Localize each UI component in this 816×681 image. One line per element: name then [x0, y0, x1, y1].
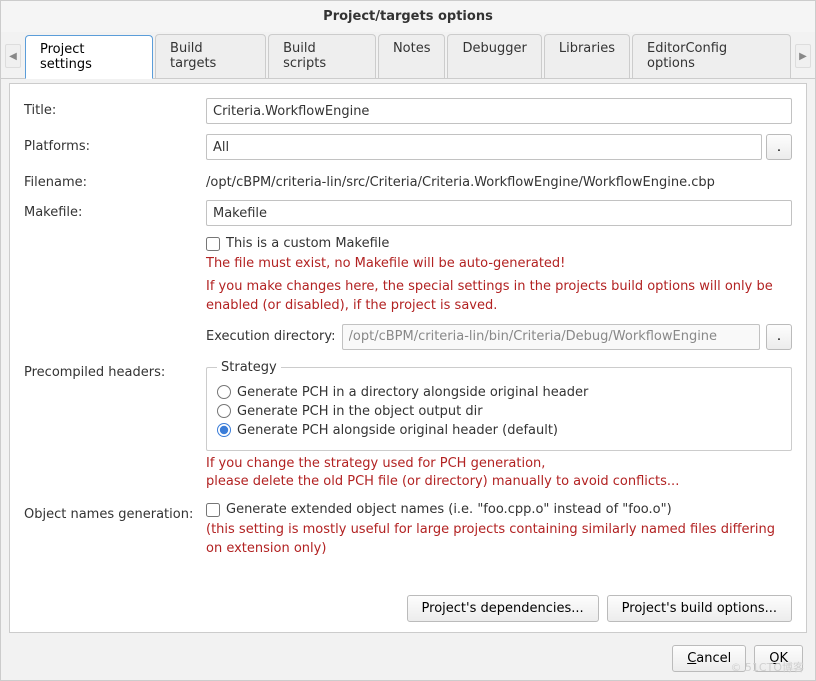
cancel-button[interactable]: Cancel: [672, 645, 746, 672]
tab-editorconfig-options[interactable]: EditorConfig options: [632, 34, 791, 78]
makefile-warning-1: The file must exist, no Makefile will be…: [206, 255, 792, 274]
pch-strategy-radio-2[interactable]: [217, 423, 231, 437]
pch-strategy-legend: Strategy: [217, 360, 281, 375]
project-action-buttons: Project's dependencies... Project's buil…: [24, 595, 792, 622]
pch-warning: If you change the strategy used for PCH …: [206, 455, 792, 493]
pch-label: Precompiled headers:: [24, 360, 196, 380]
pch-strategy-group: Strategy Generate PCH in a directory alo…: [206, 360, 792, 451]
objnames-checkbox-label: Generate extended object names (i.e. "fo…: [226, 502, 672, 517]
platforms-input[interactable]: [206, 134, 762, 160]
tab-notes[interactable]: Notes: [378, 34, 446, 78]
window-title: Project/targets options: [1, 1, 815, 32]
pch-strategy-label-0: Generate PCH in a directory alongside or…: [237, 385, 588, 400]
dialog-buttons: Cancel OK: [1, 637, 815, 680]
exec-dir-input[interactable]: [342, 324, 760, 350]
tab-bar: ◀ Project settings Build targets Build s…: [1, 32, 815, 79]
project-dependencies-button[interactable]: Project's dependencies...: [407, 595, 599, 622]
title-label: Title:: [24, 98, 196, 118]
cancel-text: ancel: [696, 651, 731, 666]
makefile-warning-2: If you make changes here, the special se…: [206, 278, 792, 316]
ok-button[interactable]: OK: [754, 645, 803, 672]
tab-build-scripts[interactable]: Build scripts: [268, 34, 376, 78]
pch-strategy-label-1: Generate PCH in the object output dir: [237, 404, 483, 419]
pch-strategy-label-2: Generate PCH alongside original header (…: [237, 423, 558, 438]
tab-project-settings[interactable]: Project settings: [25, 35, 153, 79]
objnames-checkbox[interactable]: [206, 503, 220, 517]
platforms-label: Platforms:: [24, 134, 196, 154]
objnames-label: Object names generation:: [24, 502, 196, 522]
tabs-container: Project settings Build targets Build scr…: [25, 34, 791, 78]
exec-dir-browse-button[interactable]: .: [766, 324, 792, 350]
custom-makefile-checkbox[interactable]: [206, 237, 220, 251]
dialog-window: Project/targets options ◀ Project settin…: [0, 0, 816, 681]
filename-label: Filename:: [24, 170, 196, 190]
tab-build-targets[interactable]: Build targets: [155, 34, 266, 78]
makefile-label: Makefile:: [24, 200, 196, 220]
objnames-warning: (this setting is mostly useful for large…: [206, 521, 792, 559]
pch-strategy-radio-1[interactable]: [217, 404, 231, 418]
tab-debugger[interactable]: Debugger: [447, 34, 541, 78]
project-build-options-button[interactable]: Project's build options...: [607, 595, 792, 622]
makefile-input[interactable]: [206, 200, 792, 226]
tabs-scroll-left[interactable]: ◀: [5, 44, 21, 68]
custom-makefile-label: This is a custom Makefile: [226, 236, 389, 251]
ok-text: K: [779, 651, 788, 666]
tab-panel-project-settings: Title: Platforms: . Filename: /opt/cBPM/…: [9, 83, 807, 633]
tabs-scroll-right[interactable]: ▶: [795, 44, 811, 68]
platforms-browse-button[interactable]: .: [766, 134, 792, 160]
exec-dir-label: Execution directory:: [206, 329, 336, 344]
filename-value: /opt/cBPM/criteria-lin/src/Criteria/Crit…: [206, 170, 792, 190]
tab-libraries[interactable]: Libraries: [544, 34, 630, 78]
title-input[interactable]: [206, 98, 792, 124]
pch-strategy-radio-0[interactable]: [217, 385, 231, 399]
